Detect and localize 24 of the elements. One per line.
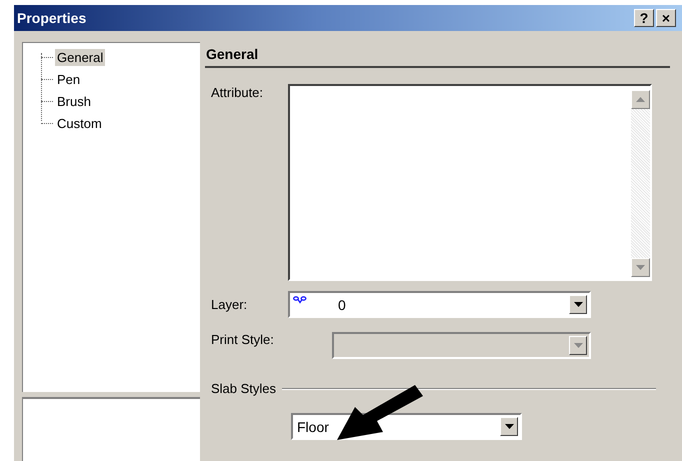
slab-styles-label: Slab Styles — [211, 381, 276, 396]
caret-icon — [504, 424, 514, 429]
tree-item[interactable]: Pen — [55, 70, 82, 88]
attribute-field[interactable] — [288, 84, 652, 281]
up-arrow-icon — [636, 97, 645, 102]
tree-item[interactable]: General — [55, 48, 106, 66]
dropdown-button[interactable] — [569, 295, 587, 314]
down-arrow-icon — [636, 265, 645, 270]
close-button[interactable]: × — [656, 9, 676, 27]
tree-item[interactable]: Custom — [55, 114, 104, 132]
scroll-down-button[interactable] — [631, 258, 650, 277]
tree-item[interactable]: Brush — [55, 92, 93, 110]
attribute-label: Attribute: — [211, 84, 264, 102]
layer-label: Layer: — [211, 297, 248, 312]
caret-icon — [574, 302, 582, 307]
help-button[interactable]: ? — [634, 9, 654, 27]
scroll-up-button[interactable] — [631, 90, 650, 109]
layer-icon — [293, 296, 307, 304]
section-title: General — [205, 45, 260, 63]
print-style-label: Print Style: — [211, 332, 275, 347]
window-title: Properties — [17, 10, 86, 26]
caret-icon — [574, 343, 582, 348]
layer-dropdown[interactable]: 0 — [288, 291, 591, 318]
dropdown-button[interactable] — [500, 417, 518, 436]
